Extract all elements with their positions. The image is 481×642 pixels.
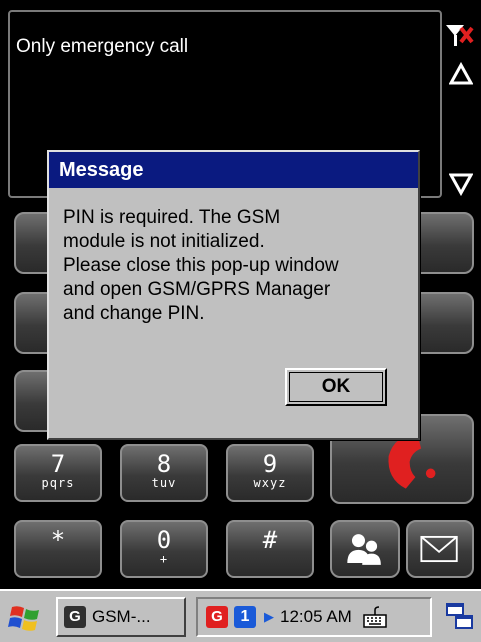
display-status-text: Only emergency call (16, 36, 189, 57)
keyboard-icon[interactable] (362, 604, 388, 630)
ok-button[interactable]: OK (285, 368, 387, 406)
envelope-icon (420, 535, 458, 563)
key-8[interactable]: 8 tuv (120, 444, 208, 502)
key-9[interactable]: 9 wxyz (226, 444, 314, 502)
input-panel-icon[interactable]: 1 (234, 606, 256, 628)
task-button-label: GSM-... (92, 607, 151, 626)
key-star[interactable]: * (14, 520, 102, 578)
gsm-tray-icon[interactable]: G (206, 606, 228, 628)
message-dialog: Message PIN is required. The GSM module … (47, 150, 420, 440)
task-button-gsm[interactable]: G GSM-... (56, 597, 186, 637)
window-switcher-icon[interactable] (445, 601, 475, 631)
clock[interactable]: 12:05 AM (280, 607, 352, 627)
no-signal-icon (446, 25, 474, 46)
taskbar: G GSM-... G 1 ▶ 12:05 AM (0, 589, 481, 642)
key-hash[interactable]: # (226, 520, 314, 578)
gsm-app-icon: G (64, 606, 86, 628)
windows-flag-icon[interactable] (8, 603, 42, 633)
contacts-button[interactable] (330, 520, 400, 578)
message-button[interactable] (406, 520, 474, 578)
system-tray: G 1 ▶ 12:05 AM (196, 597, 432, 637)
dialog-title: Message (49, 152, 418, 188)
key-0[interactable]: 0 + (120, 520, 208, 578)
key-7[interactable]: 7 pqrs (14, 444, 102, 502)
scroll-down-icon[interactable] (449, 172, 473, 196)
scroll-up-icon[interactable] (449, 62, 473, 86)
dialog-message: PIN is required. The GSM module is not i… (63, 207, 339, 324)
contacts-icon (347, 534, 381, 565)
tray-expand-icon[interactable]: ▶ (264, 609, 274, 625)
